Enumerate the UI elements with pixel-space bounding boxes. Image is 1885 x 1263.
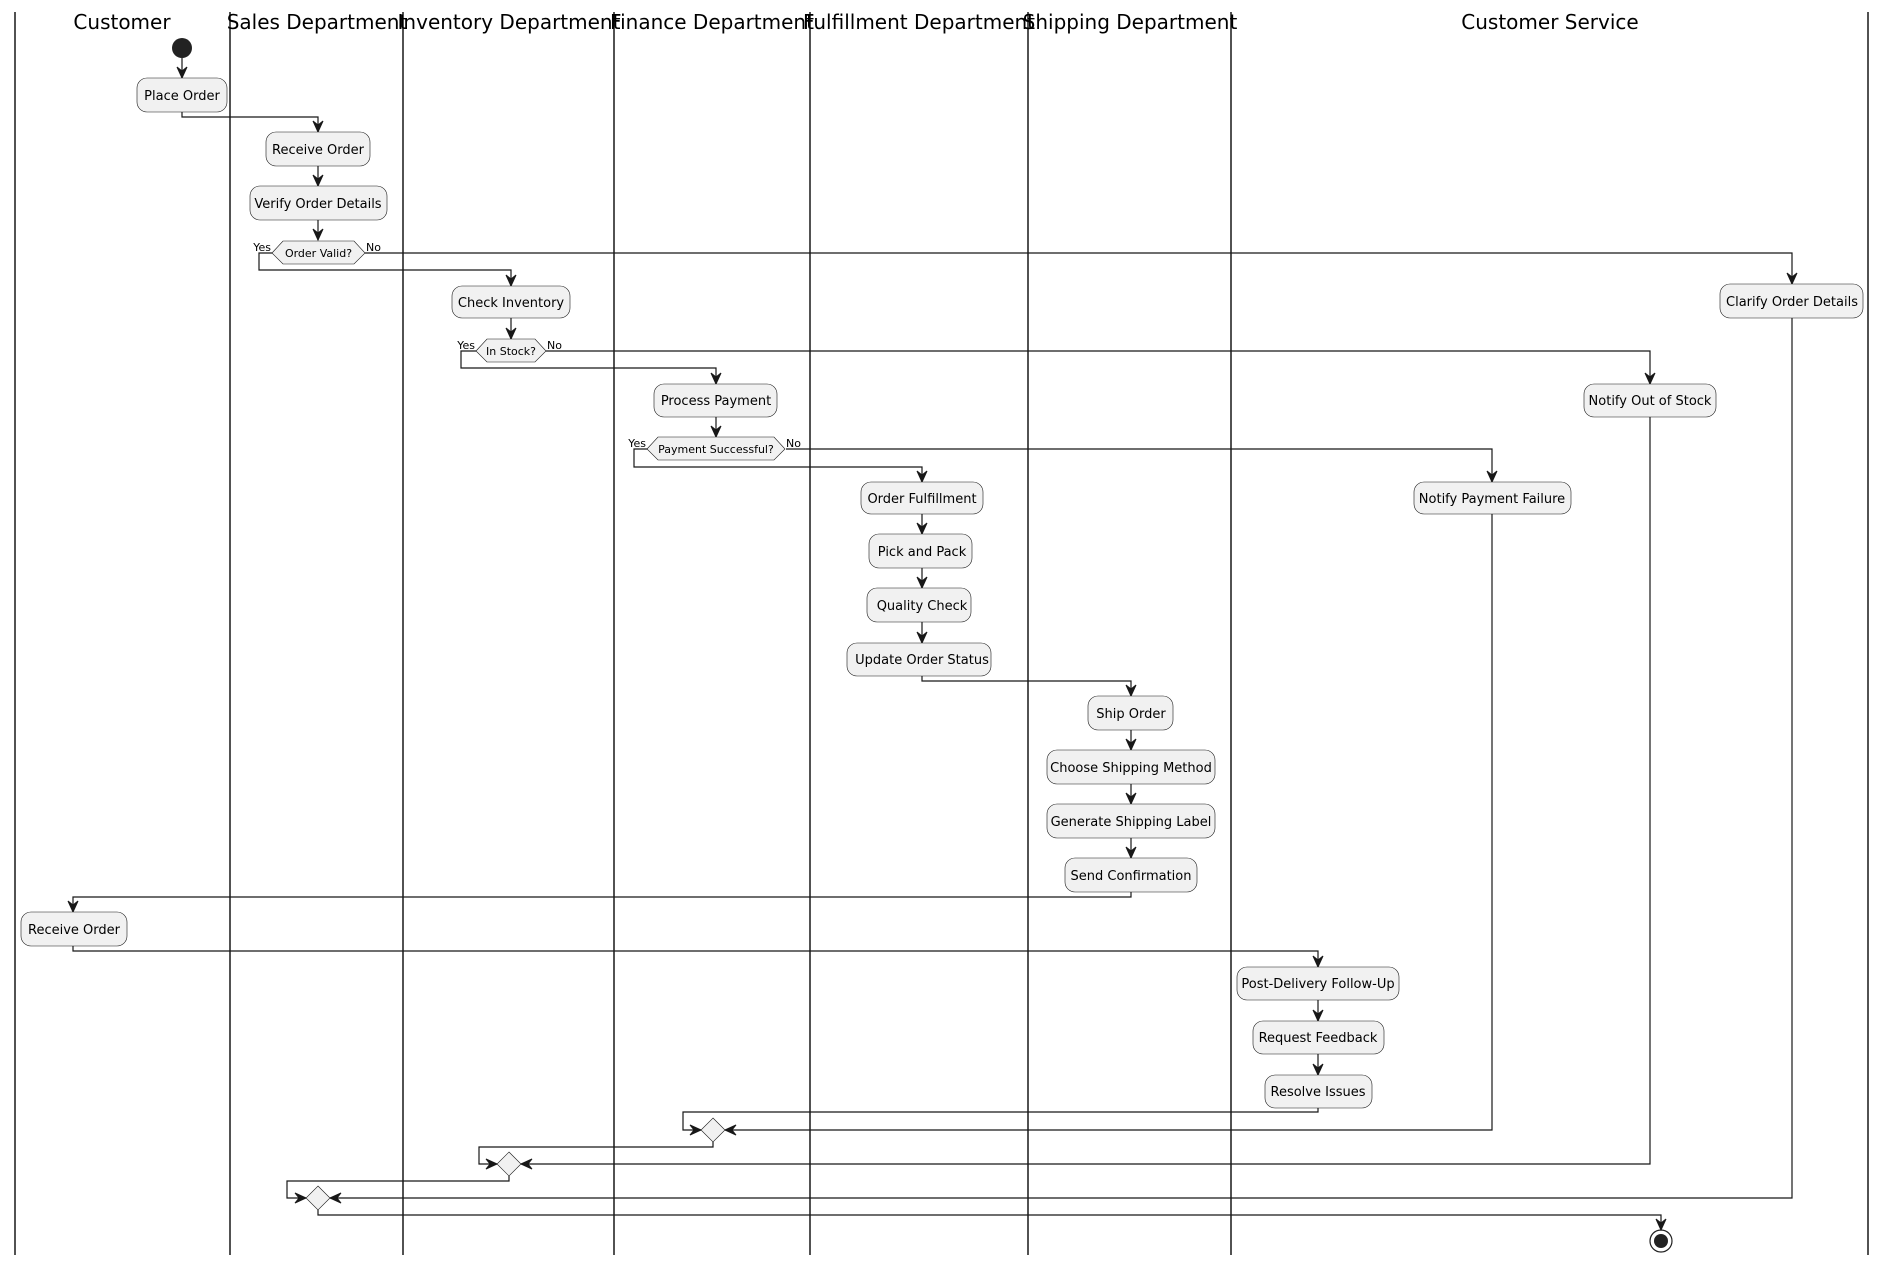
- activity-label: Send Confirmation: [1071, 869, 1192, 884]
- decision-question: Payment Successful?: [658, 443, 774, 456]
- branch-label-yes: Yes: [456, 339, 475, 352]
- swimlane-activity-diagram: Customer Sales Department Inventory Depa…: [14, 10, 1869, 1255]
- activity-label: Resolve Issues: [1271, 1085, 1366, 1100]
- lane-title-inventory: Inventory Department: [398, 10, 621, 34]
- activity-label: Order Fulfillment: [867, 492, 976, 507]
- branch-label-no: No: [366, 241, 381, 254]
- decision-payment-successful[interactable]: Payment Successful? Yes No: [627, 436, 801, 461]
- activity-label: Ship Order: [1096, 707, 1166, 722]
- activity-verify-order-details[interactable]: Verify Order Details: [249, 185, 388, 221]
- branch-label-no: No: [786, 437, 801, 450]
- activity-label: Notify Out of Stock: [1589, 394, 1712, 409]
- decision-in-stock[interactable]: In Stock? Yes No: [456, 338, 562, 363]
- merge-node: [700, 1117, 726, 1143]
- activity-receive-order-customer[interactable]: Receive Order: [20, 911, 128, 947]
- activity-label: Check Inventory: [458, 296, 565, 311]
- branch-label-no: No: [547, 339, 562, 352]
- lane-title-finance: Finance Department: [610, 10, 814, 34]
- activity-notify-out-of-stock[interactable]: Notify Out of Stock: [1583, 383, 1717, 418]
- activity-receive-order-sales[interactable]: Receive Order: [265, 131, 371, 167]
- activity-quality-check[interactable]: Quality Check: [866, 587, 972, 623]
- lane-title-fulfillment: Fulfillment Department: [803, 10, 1035, 34]
- activity-clarify-order-details[interactable]: Clarify Order Details: [1719, 283, 1864, 319]
- activity-check-inventory[interactable]: Check Inventory: [451, 285, 571, 319]
- activity-generate-shipping-label[interactable]: Generate Shipping Label: [1046, 803, 1216, 839]
- activity-label: Receive Order: [28, 923, 121, 938]
- flow-customer-receive-to-followup: [72, 946, 1319, 967]
- flow-send-to-customer-receive: [72, 892, 1132, 912]
- activity-label: Request Feedback: [1259, 1031, 1378, 1046]
- activity-place-order[interactable]: Place Order: [136, 77, 228, 113]
- activity-update-order-status[interactable]: Update Order Status: [846, 642, 992, 677]
- flow-payment-no: [786, 448, 1493, 482]
- activity-label: Choose Shipping Method: [1050, 761, 1212, 776]
- activity-send-confirmation[interactable]: Send Confirmation: [1064, 857, 1198, 893]
- activity-request-feedback[interactable]: Request Feedback: [1252, 1020, 1385, 1055]
- decision-question: In Stock?: [486, 345, 536, 358]
- activity-label: Process Payment: [661, 394, 771, 409]
- end-node: [1649, 1229, 1673, 1253]
- activity-ship-order[interactable]: Ship Order: [1087, 695, 1174, 731]
- flow-update-to-ship: [921, 676, 1132, 696]
- activities: Place Order Receive Order Verify Order D…: [20, 77, 1864, 1109]
- decision-question: Order Valid?: [285, 247, 352, 260]
- flow-resolve-to-merge1: [682, 1108, 1319, 1131]
- activity-label: Post-Delivery Follow-Up: [1241, 977, 1394, 992]
- merge-node: [496, 1151, 522, 1177]
- activity-process-payment[interactable]: Process Payment: [653, 383, 778, 418]
- activity-resolve-issues[interactable]: Resolve Issues: [1264, 1074, 1373, 1109]
- flow-merge3-to-end: [317, 1210, 1662, 1230]
- lane-headers: Customer Sales Department Inventory Depa…: [73, 10, 1638, 34]
- activity-notify-payment-failure[interactable]: Notify Payment Failure: [1413, 481, 1572, 515]
- flow-outofstock-to-merge2: [521, 417, 1651, 1165]
- activity-choose-shipping-method[interactable]: Choose Shipping Method: [1046, 749, 1216, 785]
- start-node: [172, 38, 192, 58]
- activity-label: Clarify Order Details: [1726, 295, 1858, 310]
- merge-node: [305, 1185, 331, 1211]
- activity-label: Generate Shipping Label: [1051, 815, 1212, 830]
- branch-label-yes: Yes: [627, 437, 646, 450]
- lane-title-sales: Sales Department: [227, 10, 408, 34]
- activity-label: Receive Order: [272, 143, 365, 158]
- activity-label: Verify Order Details: [254, 197, 381, 212]
- activity-post-delivery-follow-up[interactable]: Post-Delivery Follow-Up: [1236, 966, 1400, 1001]
- activity-label: Place Order: [144, 89, 220, 104]
- activity-label: Quality Check: [877, 599, 968, 614]
- activity-label: Update Order Status: [855, 653, 989, 668]
- activity-order-fulfillment[interactable]: Order Fulfillment: [860, 481, 984, 515]
- activity-label: Pick and Pack: [878, 545, 967, 560]
- end-node-dot: [1654, 1234, 1668, 1248]
- activity-label: Notify Payment Failure: [1419, 492, 1565, 507]
- flow-order-valid-no: [365, 252, 1793, 284]
- lane-title-customer-service: Customer Service: [1461, 10, 1638, 34]
- flow-place-to-receive: [181, 112, 319, 132]
- lane-title-customer: Customer: [73, 10, 171, 34]
- lane-title-shipping: Shipping Department: [1023, 10, 1238, 34]
- branch-label-yes: Yes: [252, 241, 271, 254]
- activity-pick-and-pack[interactable]: Pick and Pack: [868, 533, 973, 569]
